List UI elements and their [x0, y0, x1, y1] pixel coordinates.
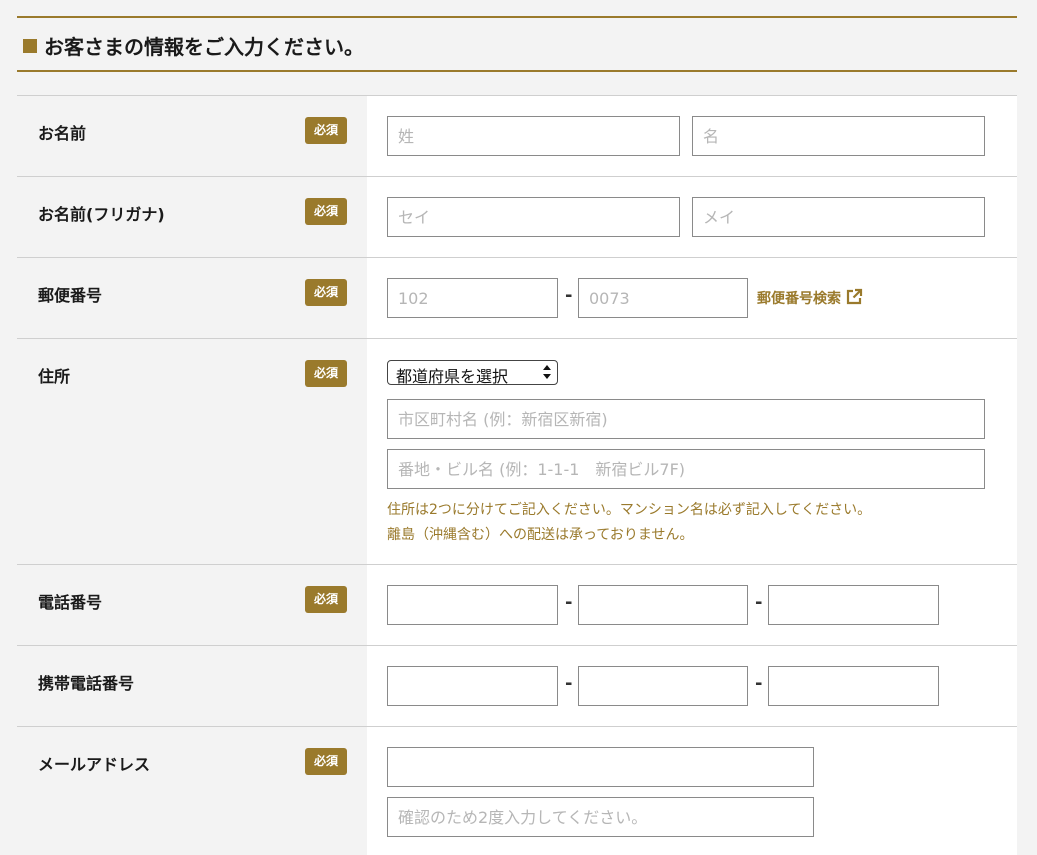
required-badge: 必須	[305, 117, 347, 144]
zip-dash: -	[565, 285, 573, 306]
value-cell: - -	[367, 565, 1017, 645]
customer-info-form: お客さまの情報をご入力ください。 お名前 必須 お名前(フリガナ) 必須	[0, 0, 1037, 855]
row-kana: お名前(フリガナ) 必須	[17, 177, 1017, 258]
street-input[interactable]	[387, 449, 985, 489]
value-cell: 都道府県を選択 住所は2つに分けてご記入ください。マンション名は必ず記入してくだ…	[367, 339, 1017, 564]
label-cell: 住所 必須	[17, 339, 367, 564]
city-input[interactable]	[387, 399, 985, 439]
phone-part2-input[interactable]	[578, 585, 748, 625]
select-arrows-icon	[543, 365, 551, 379]
prefecture-select[interactable]: 都道府県を選択	[387, 360, 558, 386]
section-header: お客さまの情報をご入力ください。	[17, 16, 1017, 72]
address-label: 住所	[38, 367, 71, 386]
label-cell: お名前(フリガナ) 必須	[17, 177, 367, 257]
last-name-kana-input[interactable]	[387, 197, 680, 237]
label-cell: お名前 必須	[17, 96, 367, 176]
label-cell: メールアドレス 必須	[17, 727, 367, 855]
label-cell: 携帯電話番号	[17, 646, 367, 726]
mobile-label: 携帯電話番号	[38, 674, 135, 693]
email-confirm-input[interactable]	[387, 797, 814, 837]
row-mobile: 携帯電話番号 - -	[17, 646, 1017, 727]
phone-part1-input[interactable]	[387, 585, 558, 625]
zip-search-link-text: 郵便番号検索	[757, 291, 841, 307]
row-email: メールアドレス 必須	[17, 727, 1017, 855]
label-cell: 電話番号 必須	[17, 565, 367, 645]
external-link-icon	[846, 288, 863, 305]
email-label: メールアドレス	[38, 755, 151, 774]
address-note-1: 住所は2つに分けてご記入ください。マンション名は必ず記入してください。	[387, 502, 872, 518]
section-title: お客さまの情報をご入力ください。	[44, 35, 364, 59]
mobile-dash-1: -	[565, 673, 573, 694]
kana-label: お名前(フリガナ)	[38, 205, 165, 224]
row-address: 住所 必須 都道府県を選択 住所は2つに分けてご記入ください。マンション名は必ず…	[17, 339, 1017, 565]
row-zip: 郵便番号 必須 - 郵便番号検索	[17, 258, 1017, 339]
form-table: お名前 必須 お名前(フリガナ) 必須 郵便番号 必須	[17, 95, 1017, 855]
mobile-part1-input[interactable]	[387, 666, 558, 706]
value-cell: - -	[367, 646, 1017, 726]
zip-label: 郵便番号	[38, 286, 103, 305]
mobile-part3-input[interactable]	[768, 666, 939, 706]
first-name-input[interactable]	[692, 116, 985, 156]
phone-dash-1: -	[565, 592, 573, 613]
name-label: お名前	[38, 124, 87, 143]
value-cell	[367, 727, 1017, 855]
phone-dash-2: -	[755, 592, 763, 613]
prefecture-select-value: 都道府県を選択	[396, 367, 509, 386]
mobile-part2-input[interactable]	[578, 666, 748, 706]
required-badge: 必須	[305, 360, 347, 387]
value-cell	[367, 96, 1017, 176]
last-name-input[interactable]	[387, 116, 680, 156]
value-cell: - 郵便番号検索	[367, 258, 1017, 338]
zip-search-link[interactable]: 郵便番号検索	[757, 288, 863, 308]
phone-label: 電話番号	[38, 593, 103, 612]
phone-part3-input[interactable]	[768, 585, 939, 625]
address-note-2: 離島（沖縄含む）への配送は承っておりません。	[387, 527, 694, 543]
required-badge: 必須	[305, 198, 347, 225]
label-cell: 郵便番号 必須	[17, 258, 367, 338]
zip-part2-input[interactable]	[578, 278, 748, 318]
required-badge: 必須	[305, 748, 347, 775]
email-input[interactable]	[387, 747, 814, 787]
required-badge: 必須	[305, 279, 347, 306]
required-badge: 必須	[305, 586, 347, 613]
square-marker-icon	[23, 39, 37, 53]
zip-part1-input[interactable]	[387, 278, 558, 318]
row-name: お名前 必須	[17, 96, 1017, 177]
value-cell	[367, 177, 1017, 257]
row-phone: 電話番号 必須 - -	[17, 565, 1017, 646]
mobile-dash-2: -	[755, 673, 763, 694]
first-name-kana-input[interactable]	[692, 197, 985, 237]
